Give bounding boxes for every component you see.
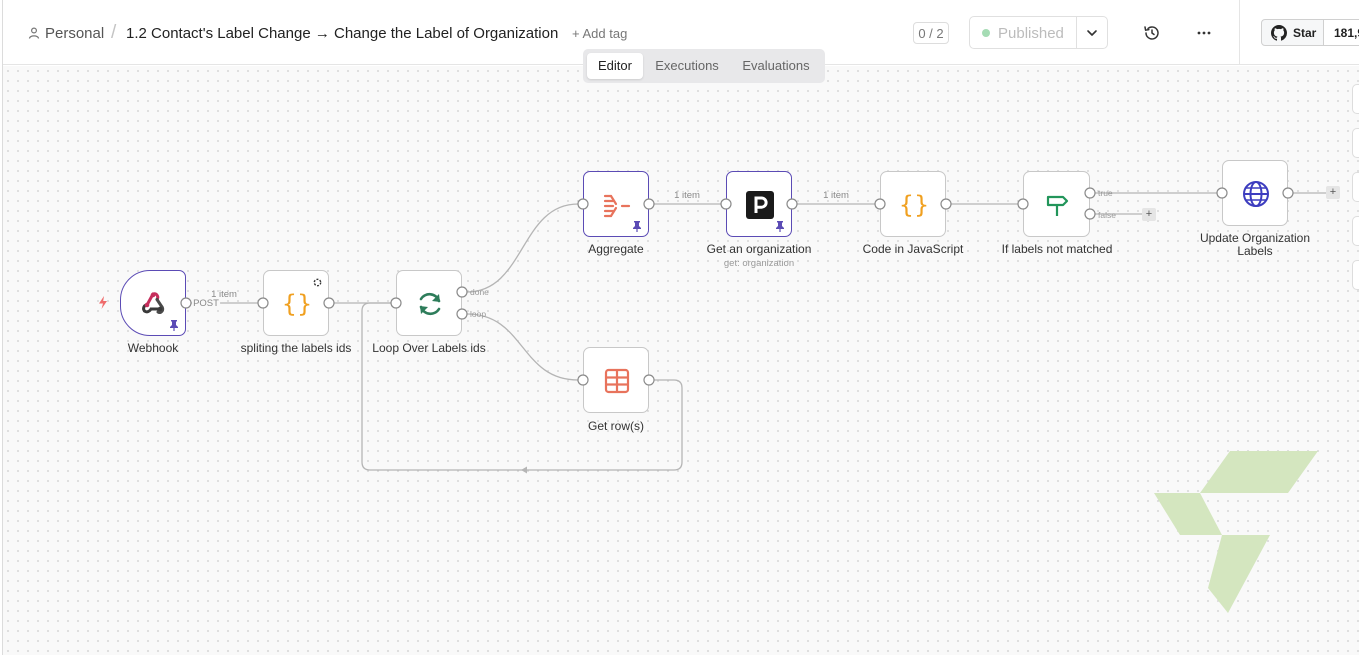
output-port	[1084, 187, 1096, 199]
output-port	[456, 308, 468, 320]
add-node-button[interactable]: +	[1326, 186, 1340, 199]
output-port	[643, 198, 655, 210]
input-port	[1216, 187, 1228, 199]
input-port	[874, 198, 886, 210]
tab-evaluations[interactable]: Evaluations	[735, 53, 817, 79]
tab-executions[interactable]: Executions	[649, 53, 725, 79]
add-node-button[interactable]: +	[1142, 208, 1156, 221]
output-port	[1084, 208, 1096, 220]
input-port	[577, 374, 589, 386]
input-port	[720, 198, 732, 210]
view-tabs: Editor Executions Evaluations	[583, 49, 825, 83]
input-port	[390, 297, 402, 309]
output-port	[323, 297, 335, 309]
output-port	[940, 198, 952, 210]
output-port	[643, 374, 655, 386]
ports-layer	[180, 187, 1294, 386]
output-port	[456, 286, 468, 298]
input-port	[577, 198, 589, 210]
tab-editor[interactable]: Editor	[587, 53, 643, 79]
output-port	[1282, 187, 1294, 199]
input-port	[1017, 198, 1029, 210]
output-port	[786, 198, 798, 210]
output-port	[180, 297, 192, 309]
input-port	[257, 297, 269, 309]
